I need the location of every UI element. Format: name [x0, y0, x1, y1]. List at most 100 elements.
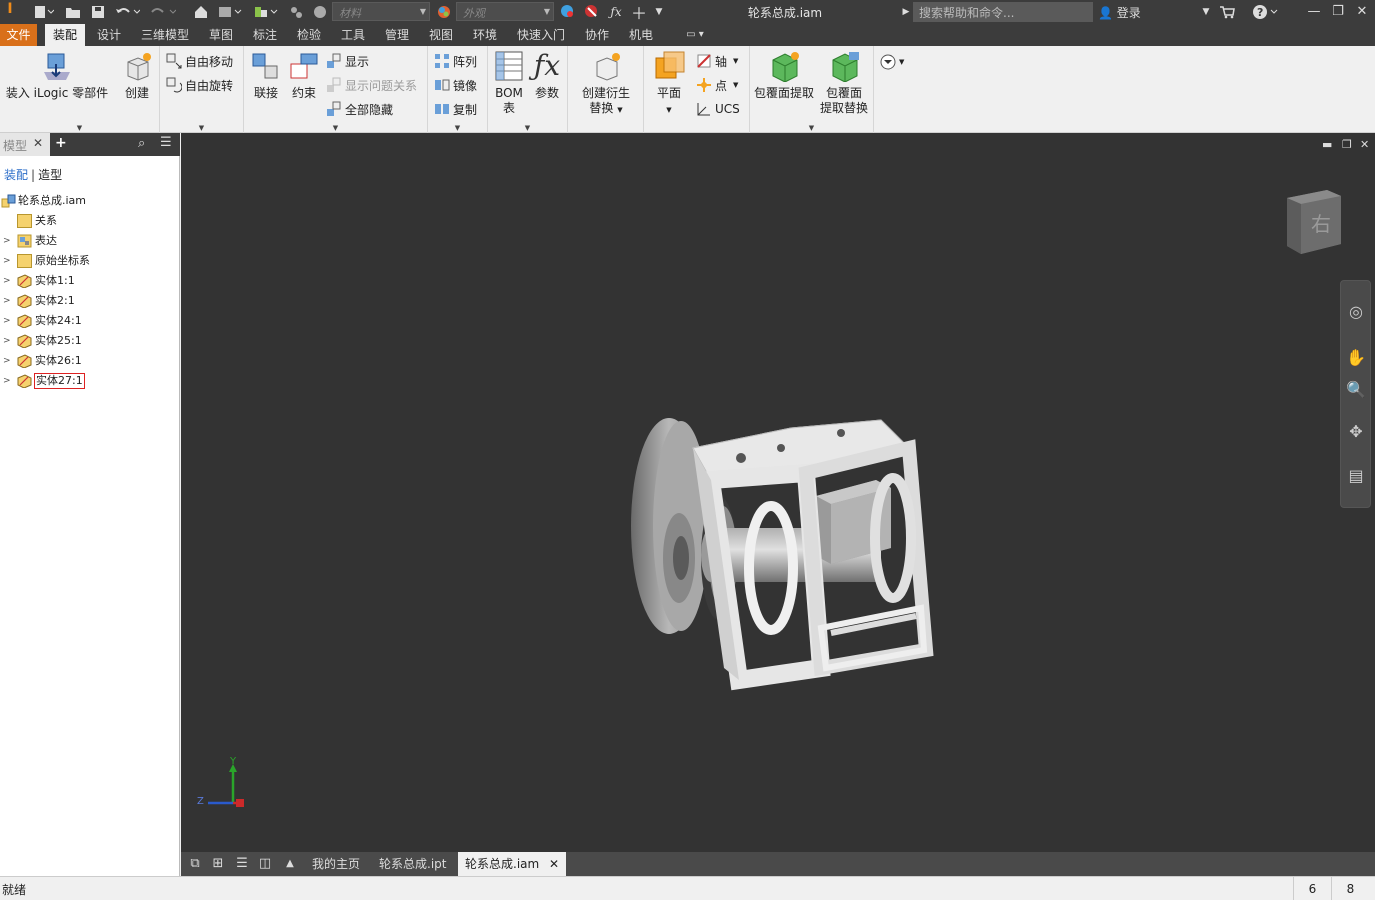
viewport-restore-icon[interactable]: ❐	[1342, 138, 1352, 151]
panel-expand-icon[interactable]: ▼	[809, 124, 814, 132]
tile-vertical-icon[interactable]: ◫	[256, 856, 274, 872]
tile-horizontal-icon[interactable]: ☰	[233, 856, 251, 872]
measure-icon[interactable]	[287, 3, 305, 21]
mode-assembly-link[interactable]: 装配	[4, 168, 28, 182]
chevron-right-icon[interactable]: >	[3, 371, 11, 391]
mode-modeling-link[interactable]: 造型	[38, 168, 62, 182]
search-icon[interactable]: ⌕	[138, 136, 145, 151]
tab-document-ipt[interactable]: 轮系总成.ipt	[372, 852, 453, 876]
chevron-right-icon[interactable]: >	[3, 291, 11, 311]
tab-inspect[interactable]: 检验	[290, 24, 328, 46]
save-icon[interactable]	[88, 3, 108, 21]
new-file-icon[interactable]	[28, 3, 58, 21]
inventor-logo[interactable]: I	[0, 0, 20, 24]
hide-all-button[interactable]: 全部隐藏	[326, 99, 393, 119]
shrinkwrap-button[interactable]: 包覆面提取	[752, 50, 816, 101]
axis-button[interactable]: 轴 ▼	[696, 51, 738, 71]
close-icon[interactable]: ✕	[1350, 2, 1374, 22]
redo-icon[interactable]	[148, 3, 178, 21]
place-button[interactable]: 装入 iLogic 零部件	[4, 50, 110, 101]
orbit-icon[interactable]: ✥	[1345, 421, 1367, 443]
undo-icon[interactable]	[112, 3, 142, 21]
view-face-icon[interactable]: ▤	[1345, 465, 1367, 487]
steering-wheel-icon[interactable]: ◎	[1345, 301, 1367, 323]
panel-expand-icon[interactable]: ▼	[525, 124, 530, 132]
web-icon[interactable]	[311, 3, 329, 21]
fx-parameters-icon[interactable]: ƒx	[606, 3, 626, 21]
tab-sketch[interactable]: 草图	[202, 24, 240, 46]
chevron-right-icon[interactable]: >	[3, 351, 11, 371]
chevron-right-icon[interactable]: >	[3, 251, 11, 271]
tab-environments[interactable]: 环境	[466, 24, 504, 46]
show-sick-button[interactable]: 显示问题关系	[326, 75, 417, 95]
plane-button[interactable]: 平面 ▼	[648, 50, 690, 118]
shrinkwrap-substitute-button[interactable]: 包覆面 提取替换	[816, 50, 872, 116]
tree-item-representations[interactable]: > 表达	[0, 231, 180, 251]
minimize-icon[interactable]: —	[1302, 2, 1326, 22]
chevron-down-icon[interactable]: ▼	[1200, 3, 1212, 21]
viewcube[interactable]: 右	[1281, 188, 1343, 254]
cart-icon[interactable]	[1218, 3, 1236, 21]
help-icon[interactable]: ?	[1252, 3, 1278, 21]
show-button[interactable]: 显示	[326, 51, 369, 71]
tile-windows-icon[interactable]: ⊞	[209, 856, 227, 872]
tab-assemble[interactable]: 装配	[45, 24, 85, 46]
open-folder-icon[interactable]	[63, 3, 83, 21]
login-button[interactable]: 👤 登录	[1098, 4, 1141, 21]
pan-hand-icon[interactable]: ✋	[1345, 347, 1367, 369]
clear-appearance-icon[interactable]	[583, 3, 601, 21]
ribbon-display-toggle-icon[interactable]: ▭ ▾	[680, 24, 710, 46]
cascade-windows-icon[interactable]: ⧉	[186, 856, 204, 872]
create-derived-substitute-button[interactable]: 创建衍生 替换 ▼	[572, 50, 640, 118]
hamburger-menu-icon[interactable]: ☰	[160, 135, 172, 150]
create-button[interactable]: 创建	[116, 50, 158, 101]
home-icon[interactable]	[192, 3, 210, 21]
viewport-minimize-icon[interactable]: ▬	[1322, 138, 1332, 151]
assembly-3d-model[interactable]	[621, 418, 951, 693]
bom-button[interactable]: BOM 表	[490, 50, 528, 116]
add-browser-tab-icon[interactable]: +	[55, 135, 67, 151]
chevron-right-icon[interactable]: >	[3, 331, 11, 351]
tab-collaborate[interactable]: 协作	[578, 24, 616, 46]
ucs-button[interactable]: UCS	[696, 99, 740, 119]
tab-my-home[interactable]: 我的主页	[305, 852, 367, 876]
mirror-button[interactable]: 镜像	[434, 75, 477, 95]
tree-item-body-1[interactable]: > 实体1:1	[0, 271, 180, 291]
adjust-appearance-icon[interactable]	[559, 3, 577, 21]
ribbon-more-button[interactable]: ▼	[880, 52, 904, 72]
graphics-viewport[interactable]: ▬ ❐ ✕ 右 ◎ ✋ 🔍 ✥ ▤ Y Z	[181, 133, 1375, 852]
viewport-close-icon[interactable]: ✕	[1360, 138, 1369, 151]
tab-document-iam[interactable]: 轮系总成.iam ✕	[458, 852, 567, 876]
free-rotate-button[interactable]: 自由旋转	[166, 75, 233, 95]
tab-annotate[interactable]: 标注	[246, 24, 284, 46]
point-button[interactable]: 点 ▼	[696, 75, 738, 95]
tree-item-body-25[interactable]: > 实体25:1	[0, 331, 180, 351]
select-priority-icon[interactable]	[252, 3, 280, 21]
panel-expand-icon[interactable]: ▼	[77, 124, 82, 132]
panel-expand-icon[interactable]: ▼	[455, 124, 460, 132]
tab-3d-model[interactable]: 三维模型	[134, 24, 196, 46]
tab-electromechanical[interactable]: 机电	[622, 24, 660, 46]
help-search-input[interactable]: 搜索帮助和命令...	[913, 2, 1093, 22]
restore-icon[interactable]: ❐	[1326, 2, 1350, 22]
appearance-dropdown[interactable]: 外观 ▼	[456, 2, 554, 21]
tree-item-body-27[interactable]: > 实体27:1	[0, 371, 180, 391]
tree-root[interactable]: 轮系总成.iam	[0, 191, 180, 211]
chevron-right-icon[interactable]: ▶	[900, 3, 912, 21]
tab-manage[interactable]: 管理	[378, 24, 416, 46]
constrain-button[interactable]: 约束	[286, 50, 322, 101]
chevron-up-icon[interactable]: ▲	[281, 856, 299, 872]
tree-item-relationships[interactable]: 关系	[0, 211, 180, 231]
close-icon[interactable]: ✕	[549, 857, 559, 871]
joint-button[interactable]: 联接	[248, 50, 284, 101]
parameters-button[interactable]: ƒx 参数	[528, 50, 566, 101]
tab-view[interactable]: 视图	[422, 24, 460, 46]
free-move-button[interactable]: 自由移动	[166, 51, 233, 71]
tab-tools[interactable]: 工具	[334, 24, 372, 46]
update-icon[interactable]	[216, 3, 244, 21]
material-dropdown[interactable]: 材料 ▼	[332, 2, 430, 21]
tab-design[interactable]: 设计	[90, 24, 128, 46]
panel-expand-icon[interactable]: ▼	[199, 124, 204, 132]
panel-expand-icon[interactable]: ▼	[333, 124, 338, 132]
customize-quick-access-icon[interactable]: ▼	[652, 3, 666, 21]
